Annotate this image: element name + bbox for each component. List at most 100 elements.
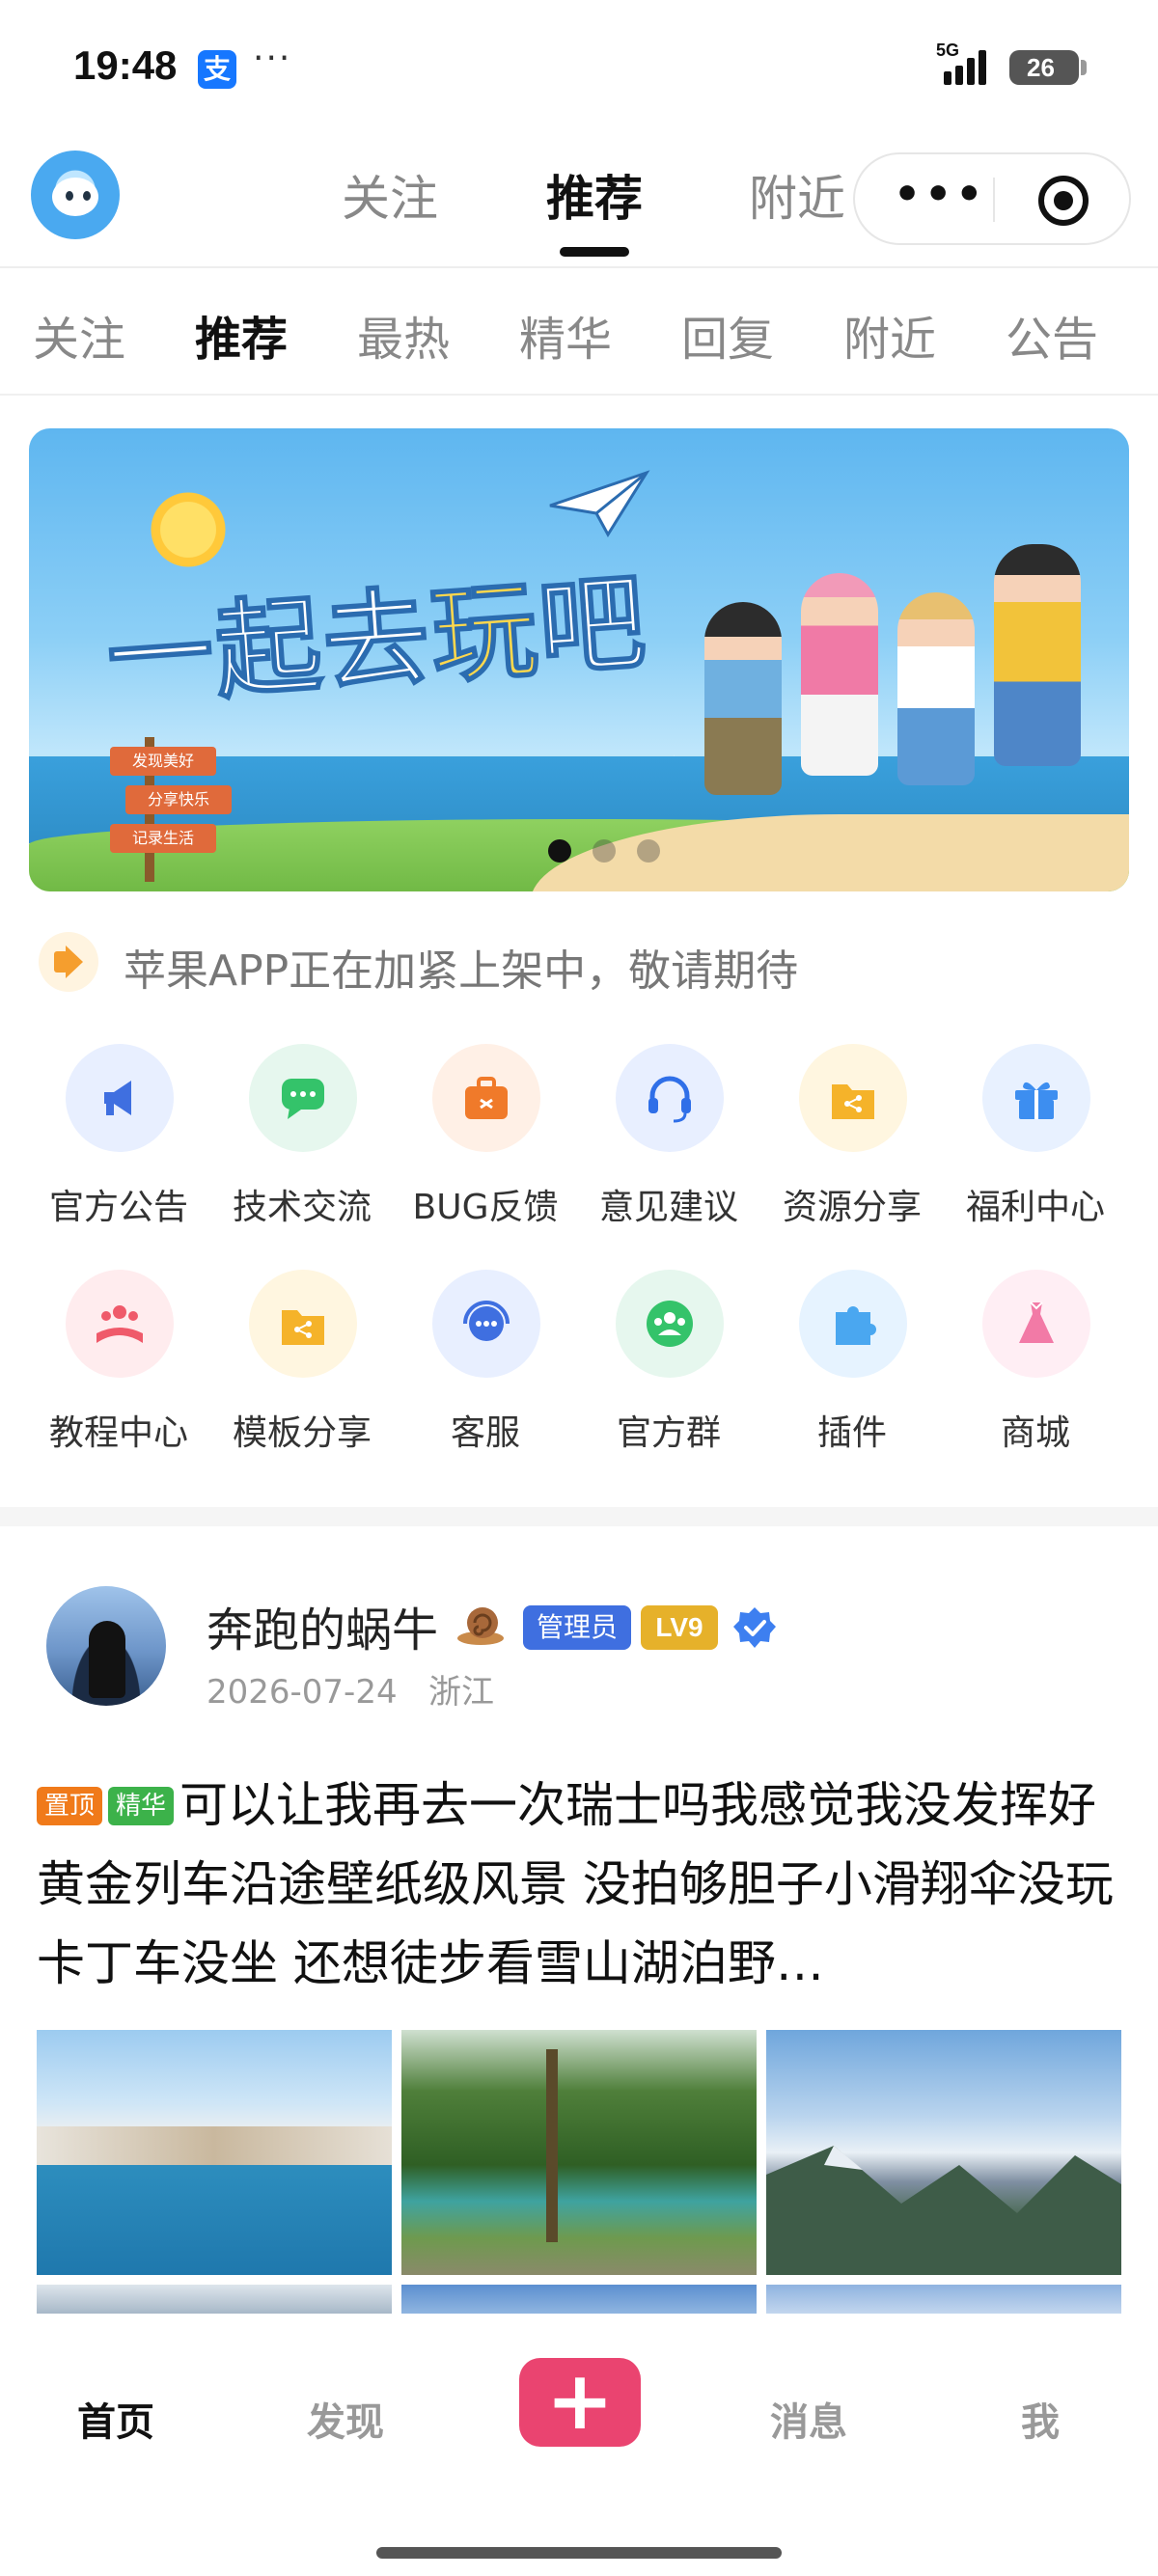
- tab-messages[interactable]: 消息: [770, 2391, 847, 2447]
- briefcase-icon: [432, 1044, 540, 1152]
- quick-link-item[interactable]: 技术交流: [210, 1044, 394, 1237]
- quick-link-item[interactable]: 官方群: [577, 1270, 760, 1463]
- person-illustration: [704, 602, 782, 795]
- mascot-eye: [66, 191, 73, 201]
- tab-discover[interactable]: 发现: [307, 2391, 384, 2447]
- carousel-dot[interactable]: [593, 839, 616, 863]
- post-text: 可以让我再去一次瑞士吗我感觉我没发挥好黄金列车沿途壁纸级风景 没拍够胆子小滑翔伞…: [37, 1777, 1114, 1991]
- person-illustration: [897, 592, 975, 785]
- banner-title-highlight: 玩: [426, 566, 544, 699]
- level-badge: LV9: [641, 1605, 718, 1650]
- status-more-icon: ···: [253, 39, 292, 78]
- sub-tab-recommend[interactable]: 推荐: [195, 301, 288, 369]
- sun-illustration: [145, 486, 232, 573]
- post-photo[interactable]: [37, 2030, 392, 2275]
- sign-board: 发现美好: [110, 747, 216, 776]
- banner-title-part1: 一起去: [102, 574, 436, 722]
- section-divider: [0, 1507, 1158, 1526]
- carousel-dot[interactable]: [637, 839, 660, 863]
- group-book-icon: [66, 1270, 174, 1378]
- quick-link-label: 福利中心: [965, 1188, 1105, 1227]
- quick-link-label: 客服: [450, 1413, 520, 1453]
- add-post-button[interactable]: +: [519, 2358, 641, 2447]
- person-illustration: [994, 544, 1081, 766]
- megaphone-icon: [66, 1044, 174, 1152]
- snail-icon: [457, 1607, 504, 1645]
- app-header: 关注 推荐 附近 •••: [0, 135, 1158, 268]
- pinned-tag: 置顶: [37, 1787, 103, 1825]
- mini-program-capsule: •••: [853, 152, 1131, 245]
- target-icon[interactable]: [1038, 176, 1089, 226]
- quick-link-label: BUG反馈: [412, 1188, 559, 1227]
- sign-board: 分享快乐: [125, 785, 232, 814]
- header-tab-nearby[interactable]: 附近: [749, 160, 845, 230]
- quick-link-item[interactable]: 官方公告: [27, 1044, 210, 1237]
- paper-plane-icon: [549, 470, 650, 537]
- quick-link-item[interactable]: 商城: [944, 1270, 1127, 1463]
- post-meta: 2026-07-24 浙江: [207, 1665, 494, 1713]
- post-photo[interactable]: [37, 2285, 392, 2314]
- quick-link-item[interactable]: 资源分享: [760, 1044, 944, 1237]
- mascot-face: [52, 178, 98, 216]
- header-tab-recommend[interactable]: 推荐: [546, 160, 643, 230]
- quick-link-label: 商城: [1000, 1413, 1070, 1453]
- quick-link-item[interactable]: 模板分享: [210, 1270, 394, 1463]
- dress-icon: [982, 1270, 1090, 1378]
- notice-text: 苹果APP正在加紧上架中，敬请期待: [124, 946, 799, 996]
- tab-me[interactable]: 我: [1021, 2391, 1060, 2447]
- quick-link-item[interactable]: 客服: [394, 1270, 577, 1463]
- quick-link-item[interactable]: 意见建议: [577, 1044, 760, 1237]
- quick-link-label: 插件: [816, 1413, 887, 1453]
- active-tab-indicator: [560, 247, 629, 257]
- megaphone-icon: [39, 932, 98, 992]
- quick-link-label: 官方群: [616, 1413, 721, 1453]
- tree-trunk: [546, 2049, 558, 2242]
- gift-icon: [982, 1044, 1090, 1152]
- folder-share-icon: [799, 1044, 907, 1152]
- post-content[interactable]: 置顶 精华 可以让我再去一次瑞士吗我感觉我没发挥好黄金列车沿途壁纸级风景 没拍够胆子…: [37, 1766, 1127, 2003]
- quick-link-item[interactable]: 福利中心: [944, 1044, 1127, 1237]
- folder-share-icon: [249, 1270, 357, 1378]
- sub-tab-nearby[interactable]: 附近: [843, 301, 936, 369]
- admin-badge: 管理员: [523, 1605, 631, 1650]
- avatar-figure: [89, 1621, 125, 1698]
- headset-icon: [616, 1044, 724, 1152]
- tab-home[interactable]: 首页: [77, 2391, 154, 2447]
- post-photo[interactable]: [401, 2030, 757, 2275]
- sub-tab-follow[interactable]: 关注: [33, 301, 125, 369]
- featured-tag: 精华: [108, 1787, 175, 1825]
- header-tab-follow[interactable]: 关注: [342, 160, 438, 230]
- author-avatar[interactable]: [46, 1586, 166, 1706]
- status-time: 19:48: [73, 42, 178, 88]
- battery-icon: 26: [1009, 50, 1079, 85]
- mascot-eye: [83, 191, 91, 201]
- home-indicator: [376, 2547, 782, 2559]
- quick-link-item[interactable]: 教程中心: [27, 1270, 210, 1463]
- post-photo[interactable]: [401, 2285, 757, 2314]
- app-logo-avatar[interactable]: [31, 151, 120, 239]
- quick-link-label: 技术交流: [232, 1188, 372, 1227]
- signal-icon: [944, 50, 986, 85]
- more-menu-button[interactable]: •••: [894, 174, 986, 216]
- author-name[interactable]: 奔跑的蜗牛: [207, 1592, 438, 1659]
- post-photo[interactable]: [766, 2285, 1121, 2314]
- post-location: 浙江: [428, 1673, 495, 1712]
- post-photo[interactable]: [766, 2030, 1121, 2275]
- group-icon: [616, 1270, 724, 1378]
- chat-icon: [249, 1044, 357, 1152]
- status-bar: 19:48 支 ··· 5G 26: [0, 0, 1158, 135]
- verified-icon: [733, 1607, 776, 1648]
- carousel-dot[interactable]: [548, 839, 571, 863]
- sub-tab-replies[interactable]: 回复: [681, 301, 774, 369]
- sub-tab-announcements[interactable]: 公告: [1006, 301, 1098, 369]
- capsule-divider: [993, 178, 995, 222]
- quick-link-item[interactable]: BUG反馈: [394, 1044, 577, 1237]
- sub-tab-featured[interactable]: 精华: [519, 301, 612, 369]
- sub-tab-hot[interactable]: 最热: [357, 301, 450, 369]
- quick-link-label: 资源分享: [782, 1188, 922, 1227]
- banner-carousel[interactable]: 一起去玩吧 发现美好 分享快乐 记录生活: [29, 428, 1129, 891]
- quick-link-item[interactable]: 插件: [760, 1270, 944, 1463]
- person-illustration: [801, 573, 878, 776]
- battery-cap: [1081, 60, 1087, 75]
- banner-title-part2: 吧: [534, 560, 652, 693]
